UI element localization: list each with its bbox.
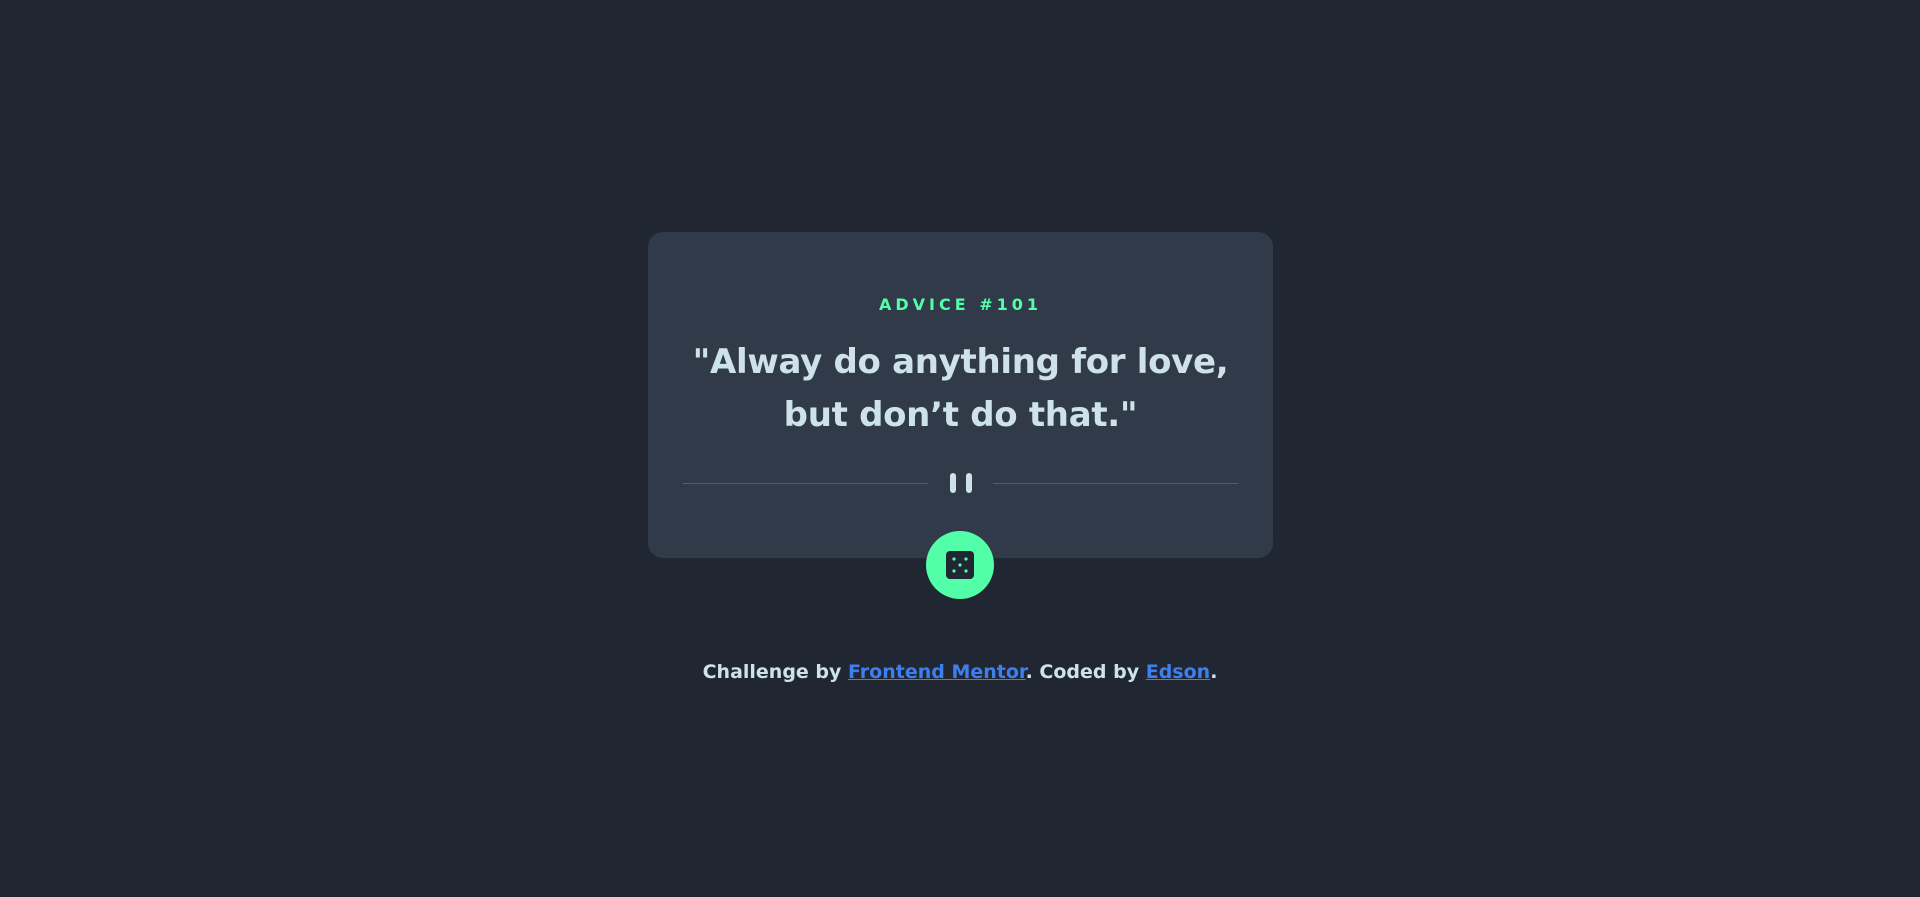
attribution-suffix: . (1210, 661, 1218, 683)
advice-card: ADVICE #101 "Alway do anything for love,… (648, 232, 1273, 558)
attribution-prefix: Challenge by (702, 661, 849, 683)
attribution-middle: . Coded by (1025, 661, 1146, 683)
generate-advice-button[interactable] (926, 531, 994, 599)
dice-icon (946, 551, 974, 579)
advice-text: "Alway do anything for love, but don’t d… (692, 342, 1229, 435)
frontend-mentor-link[interactable]: Frontend Mentor (848, 661, 1026, 683)
attribution: Challenge by Frontend Mentor. Coded by E… (0, 659, 1920, 685)
divider-line-left (683, 483, 928, 484)
pause-icon (948, 473, 974, 493)
author-link[interactable]: Edson (1146, 661, 1210, 683)
divider-line-right (993, 483, 1238, 484)
advice-id: ADVICE #101 (878, 295, 1043, 314)
divider (683, 473, 1238, 493)
